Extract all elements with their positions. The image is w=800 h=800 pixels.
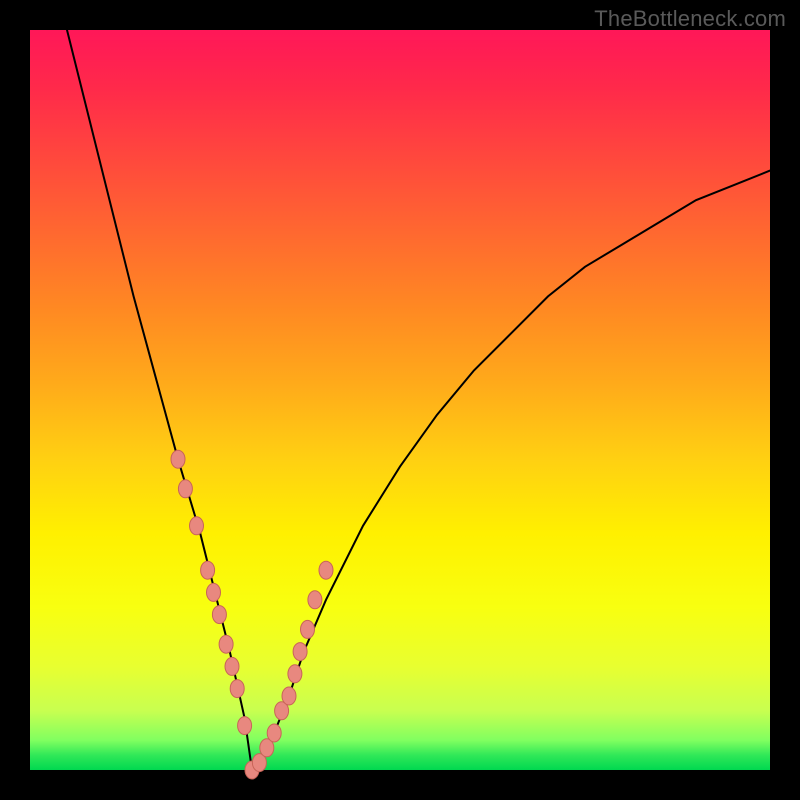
sample-dot <box>219 635 233 653</box>
sample-dot <box>225 657 239 675</box>
sample-dots <box>171 450 333 779</box>
sample-dot <box>230 680 244 698</box>
sample-dot <box>282 687 296 705</box>
sample-dot <box>178 480 192 498</box>
sample-dot <box>267 724 281 742</box>
sample-dot <box>190 517 204 535</box>
sample-dot <box>301 620 315 638</box>
curve-layer <box>30 30 770 770</box>
plot-area <box>30 30 770 770</box>
sample-dot <box>293 643 307 661</box>
sample-dot <box>308 591 322 609</box>
sample-dot <box>238 717 252 735</box>
sample-dot <box>207 583 221 601</box>
sample-dot <box>319 561 333 579</box>
sample-dot <box>288 665 302 683</box>
sample-dot <box>212 606 226 624</box>
chart-frame: TheBottleneck.com <box>0 0 800 800</box>
sample-dot <box>201 561 215 579</box>
watermark-text: TheBottleneck.com <box>594 6 786 32</box>
sample-dot <box>171 450 185 468</box>
bottleneck-curve <box>67 30 770 770</box>
